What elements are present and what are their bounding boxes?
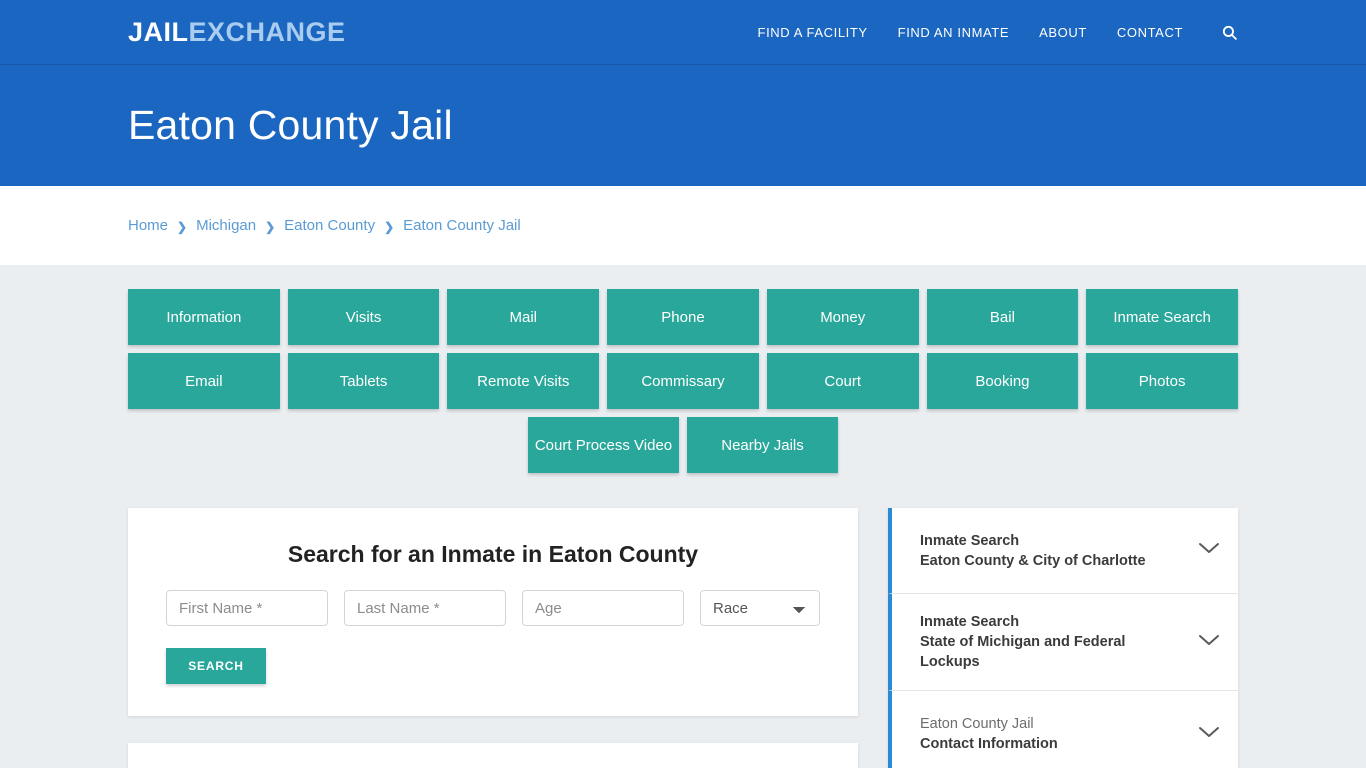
nav-item-find-a-facility[interactable]: FIND A FACILITY bbox=[758, 25, 868, 40]
race-select[interactable]: Race bbox=[700, 590, 820, 626]
tab-court-process-video[interactable]: Court Process Video bbox=[528, 417, 679, 473]
logo-text-secondary: EXCHANGE bbox=[188, 16, 346, 47]
facility-tab-row-3: Court Process Video Nearby Jails bbox=[128, 417, 1238, 473]
accordion-item-contact-information[interactable]: Eaton County Jail Contact Information bbox=[888, 691, 1238, 768]
accordion-item-line1: Eaton County Jail bbox=[920, 716, 1034, 732]
chevron-right-icon: ❯ bbox=[384, 219, 395, 234]
last-name-input[interactable] bbox=[344, 590, 506, 626]
accordion-item-inmate-search-county[interactable]: Inmate Search Eaton County & City of Cha… bbox=[888, 508, 1238, 594]
accordion-item-line2: Eaton County & City of Charlotte bbox=[920, 552, 1146, 569]
chevron-down-icon[interactable] bbox=[1198, 633, 1220, 652]
facility-tab-row-1: Information Visits Mail Phone Money Bail… bbox=[128, 289, 1238, 345]
accordion-item-line1: Inmate Search bbox=[920, 532, 1020, 549]
tab-email[interactable]: Email bbox=[128, 353, 280, 409]
main-navigation: FIND A FACILITY FIND AN INMATE ABOUT CON… bbox=[758, 24, 1238, 41]
tab-photos[interactable]: Photos bbox=[1086, 353, 1238, 409]
chevron-right-icon: ❯ bbox=[265, 219, 276, 234]
accordion-item-line1: Inmate Search bbox=[920, 614, 1020, 630]
tab-court[interactable]: Court bbox=[766, 353, 919, 409]
site-header: JAILEXCHANGE FIND A FACILITY FIND AN INM… bbox=[0, 0, 1366, 65]
tab-tablets[interactable]: Tablets bbox=[287, 353, 440, 409]
tab-phone[interactable]: Phone bbox=[607, 289, 759, 345]
sidebar-column: Inmate Search Eaton County & City of Cha… bbox=[888, 508, 1238, 768]
tab-bail[interactable]: Bail bbox=[926, 289, 1079, 345]
inmate-search-fields: Race bbox=[148, 590, 838, 626]
tab-booking[interactable]: Booking bbox=[926, 353, 1079, 409]
facility-tab-grid: Information Visits Mail Phone Money Bail… bbox=[128, 289, 1238, 473]
logo-text-primary: JAIL bbox=[128, 16, 189, 47]
first-name-input[interactable] bbox=[166, 590, 328, 626]
tab-inmate-search[interactable]: Inmate Search bbox=[1086, 289, 1238, 345]
chevron-down-icon[interactable] bbox=[1198, 725, 1220, 744]
search-icon[interactable] bbox=[1213, 24, 1238, 41]
chevron-down-icon[interactable] bbox=[1198, 541, 1220, 560]
facility-tab-row-2: Email Tablets Remote Visits Commissary C… bbox=[128, 353, 1238, 409]
breadcrumb-band: Home ❯ Michigan ❯ Eaton County ❯ Eaton C… bbox=[0, 186, 1366, 265]
tab-commissary[interactable]: Commissary bbox=[607, 353, 759, 409]
accordion-item-line2: Contact Information bbox=[920, 736, 1058, 752]
nav-item-about[interactable]: ABOUT bbox=[1039, 25, 1087, 40]
accordion-item-line2: State of Michigan and Federal Lockups bbox=[920, 634, 1126, 670]
tab-mail[interactable]: Mail bbox=[447, 289, 600, 345]
inmate-search-title: Search for an Inmate in Eaton County bbox=[287, 541, 699, 567]
age-input[interactable] bbox=[522, 590, 684, 626]
breadcrumb: Home ❯ Michigan ❯ Eaton County ❯ Eaton C… bbox=[128, 217, 1238, 234]
breadcrumb-item-eaton-county-jail[interactable]: Eaton County Jail bbox=[403, 217, 521, 234]
chevron-right-icon: ❯ bbox=[177, 219, 188, 234]
breadcrumb-item-home[interactable]: Home bbox=[128, 217, 168, 234]
jail-information-card: Eaton County Jail Information bbox=[128, 743, 858, 768]
inmate-search-card: Search for an Inmate in Eaton County Rac… bbox=[128, 508, 858, 716]
site-logo[interactable]: JAILEXCHANGE bbox=[128, 16, 346, 47]
breadcrumb-item-michigan[interactable]: Michigan bbox=[196, 217, 256, 234]
sidebar-accordion: Inmate Search Eaton County & City of Cha… bbox=[888, 508, 1238, 768]
tab-nearby-jails[interactable]: Nearby Jails bbox=[687, 417, 838, 473]
tab-visits[interactable]: Visits bbox=[287, 289, 440, 345]
accordion-item-inmate-search-state[interactable]: Inmate Search State of Michigan and Fede… bbox=[888, 594, 1238, 691]
breadcrumb-item-eaton-county[interactable]: Eaton County bbox=[284, 217, 375, 234]
page-title: Eaton County Jail bbox=[128, 102, 453, 148]
nav-item-contact[interactable]: CONTACT bbox=[1117, 25, 1183, 40]
main-column: Search for an Inmate in Eaton County Rac… bbox=[128, 508, 858, 768]
search-button[interactable]: SEARCH bbox=[166, 648, 266, 684]
tab-information[interactable]: Information bbox=[128, 289, 280, 345]
page-hero: Eaton County Jail bbox=[0, 65, 1366, 186]
nav-item-find-an-inmate[interactable]: FIND AN INMATE bbox=[898, 25, 1009, 40]
tab-money[interactable]: Money bbox=[766, 289, 919, 345]
tab-remote-visits[interactable]: Remote Visits bbox=[447, 353, 600, 409]
